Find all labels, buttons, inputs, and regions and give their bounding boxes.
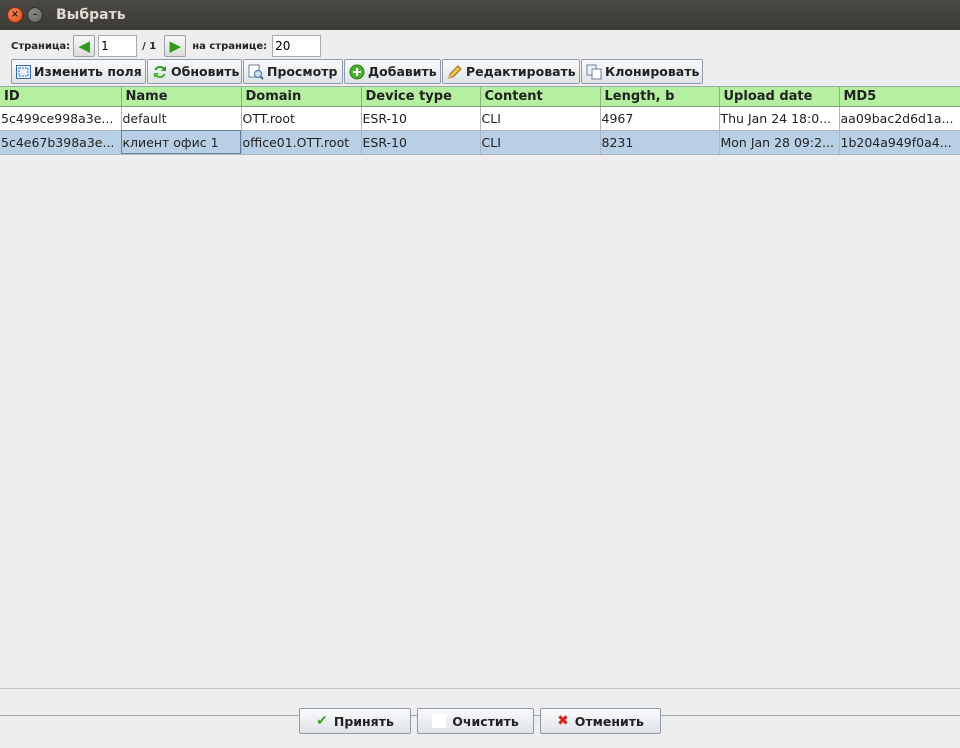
per-page-input[interactable] <box>272 35 322 57</box>
cell-name[interactable]: default <box>121 106 242 131</box>
column-header-length[interactable]: Length, b <box>600 87 720 107</box>
add-label: Добавить <box>368 64 437 79</box>
fields-icon <box>16 64 31 80</box>
clear-icon <box>432 714 447 728</box>
dialog-body: Страница: ◀ / 1 ▶ на странице: Изменить … <box>0 30 960 748</box>
per-page-label: на странице: <box>192 40 268 52</box>
cell-id[interactable]: 5c499ce998a3e... <box>0 106 122 131</box>
toolbar: Изменить поля Обновить Просмотр Добавить… <box>11 59 704 84</box>
arrow-right-icon: ▶ <box>169 36 181 55</box>
minimize-window-icon[interactable]: – <box>27 7 43 23</box>
view-label: Просмотр <box>267 64 338 79</box>
table-row-selected[interactable]: 5c4e67b398a3e... клиент офис 1 office01.… <box>0 130 960 155</box>
title-bar: × – Выбрать <box>0 0 960 30</box>
clear-button[interactable]: Очистить <box>417 708 534 734</box>
clear-label: Очистить <box>452 713 519 729</box>
column-header-name[interactable]: Name <box>121 87 242 107</box>
cell-md5[interactable]: 1b204a949f0a4... <box>839 130 960 155</box>
close-window-icon[interactable]: × <box>7 7 23 23</box>
cell-length[interactable]: 8231 <box>600 130 720 155</box>
view-button[interactable]: Просмотр <box>243 59 343 84</box>
cell-domain[interactable]: OTT.root <box>241 106 362 131</box>
cell-name[interactable]: клиент офис 1 <box>121 130 242 155</box>
clone-button[interactable]: Клонировать <box>581 59 703 84</box>
cell-upload-date[interactable]: Thu Jan 24 18:0... <box>719 106 840 131</box>
column-header-domain[interactable]: Domain <box>241 87 362 107</box>
clone-label: Клонировать <box>605 64 700 79</box>
accept-label: Принять <box>333 713 394 729</box>
next-page-button[interactable]: ▶ <box>164 35 187 57</box>
edit-fields-button[interactable]: Изменить поля <box>11 59 146 84</box>
refresh-icon <box>152 64 168 80</box>
prev-page-button[interactable]: ◀ <box>73 35 96 57</box>
cell-id[interactable]: 5c4e67b398a3e... <box>0 130 122 155</box>
results-table[interactable]: ID Name Domain Device type Content Lengt… <box>0 86 960 716</box>
edit-fields-label: Изменить поля <box>34 64 142 79</box>
refresh-button[interactable]: Обновить <box>147 59 242 84</box>
column-header-md5[interactable]: MD5 <box>839 87 960 107</box>
cancel-label: Отменить <box>574 713 644 729</box>
cancel-button[interactable]: ✖ Отменить <box>540 708 661 734</box>
edit-label: Редактировать <box>466 64 576 79</box>
page-total: / 1 <box>142 40 157 52</box>
checkmark-icon: ✔ <box>316 713 328 729</box>
pagination-bar: Страница: ◀ / 1 ▶ на странице: <box>11 33 322 59</box>
accept-button[interactable]: ✔ Принять <box>299 708 411 734</box>
pencil-icon <box>447 64 463 80</box>
table-row[interactable]: 5c499ce998a3e... default OTT.root ESR-10… <box>0 106 960 131</box>
cell-md5[interactable]: aa09bac2d6d1a... <box>839 106 960 131</box>
arrow-left-icon: ◀ <box>78 36 90 55</box>
refresh-label: Обновить <box>171 64 240 79</box>
view-icon <box>248 64 264 80</box>
column-header-id[interactable]: ID <box>0 87 122 107</box>
clone-icon <box>586 64 602 80</box>
edit-button[interactable]: Редактировать <box>442 59 580 84</box>
page-label: Страница: <box>11 40 71 52</box>
cell-content[interactable]: CLI <box>480 106 601 131</box>
add-icon <box>349 64 365 80</box>
cell-device-type[interactable]: ESR-10 <box>361 130 481 155</box>
cell-device-type[interactable]: ESR-10 <box>361 106 481 131</box>
column-header-device-type[interactable]: Device type <box>361 87 481 107</box>
column-header-content[interactable]: Content <box>480 87 601 107</box>
cell-domain[interactable]: office01.OTT.root <box>241 130 362 155</box>
dialog-footer: ✔ Принять Очистить ✖ Отменить <box>0 688 960 748</box>
window-title: Выбрать <box>56 7 126 23</box>
cross-icon: ✖ <box>557 713 569 729</box>
cell-content[interactable]: CLI <box>480 130 601 155</box>
add-button[interactable]: Добавить <box>344 59 441 84</box>
page-number-input[interactable] <box>98 35 138 57</box>
column-header-upload-date[interactable]: Upload date <box>719 87 840 107</box>
table-header-row: ID Name Domain Device type Content Lengt… <box>0 87 960 107</box>
cell-upload-date[interactable]: Mon Jan 28 09:2... <box>719 130 840 155</box>
cell-length[interactable]: 4967 <box>600 106 720 131</box>
